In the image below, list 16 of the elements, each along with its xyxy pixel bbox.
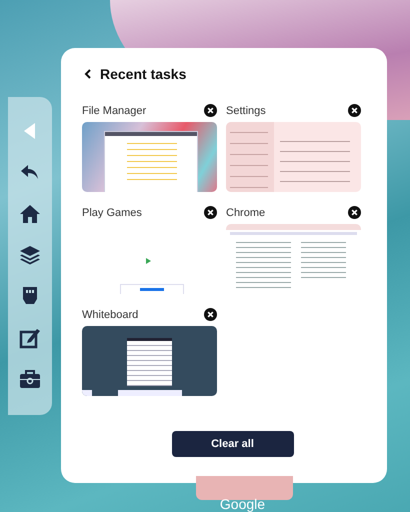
- clear-all-button[interactable]: Clear all: [172, 431, 294, 457]
- close-icon[interactable]: [204, 104, 217, 117]
- task-title: Settings: [226, 104, 266, 116]
- panel-title: Recent tasks: [100, 66, 186, 82]
- folder-label: Google: [220, 496, 266, 512]
- close-icon[interactable]: [204, 206, 217, 219]
- close-icon[interactable]: [348, 206, 361, 219]
- close-icon[interactable]: [348, 104, 361, 117]
- task-title: Chrome: [226, 206, 266, 218]
- app-preview[interactable]: [82, 326, 217, 396]
- app-preview[interactable]: [82, 122, 217, 192]
- task-title: Play Games: [82, 206, 142, 218]
- task-title: Whiteboard: [82, 308, 138, 320]
- task-title: File Manager: [82, 104, 146, 116]
- back-chevron-icon[interactable]: [84, 69, 92, 79]
- close-icon[interactable]: [204, 308, 217, 321]
